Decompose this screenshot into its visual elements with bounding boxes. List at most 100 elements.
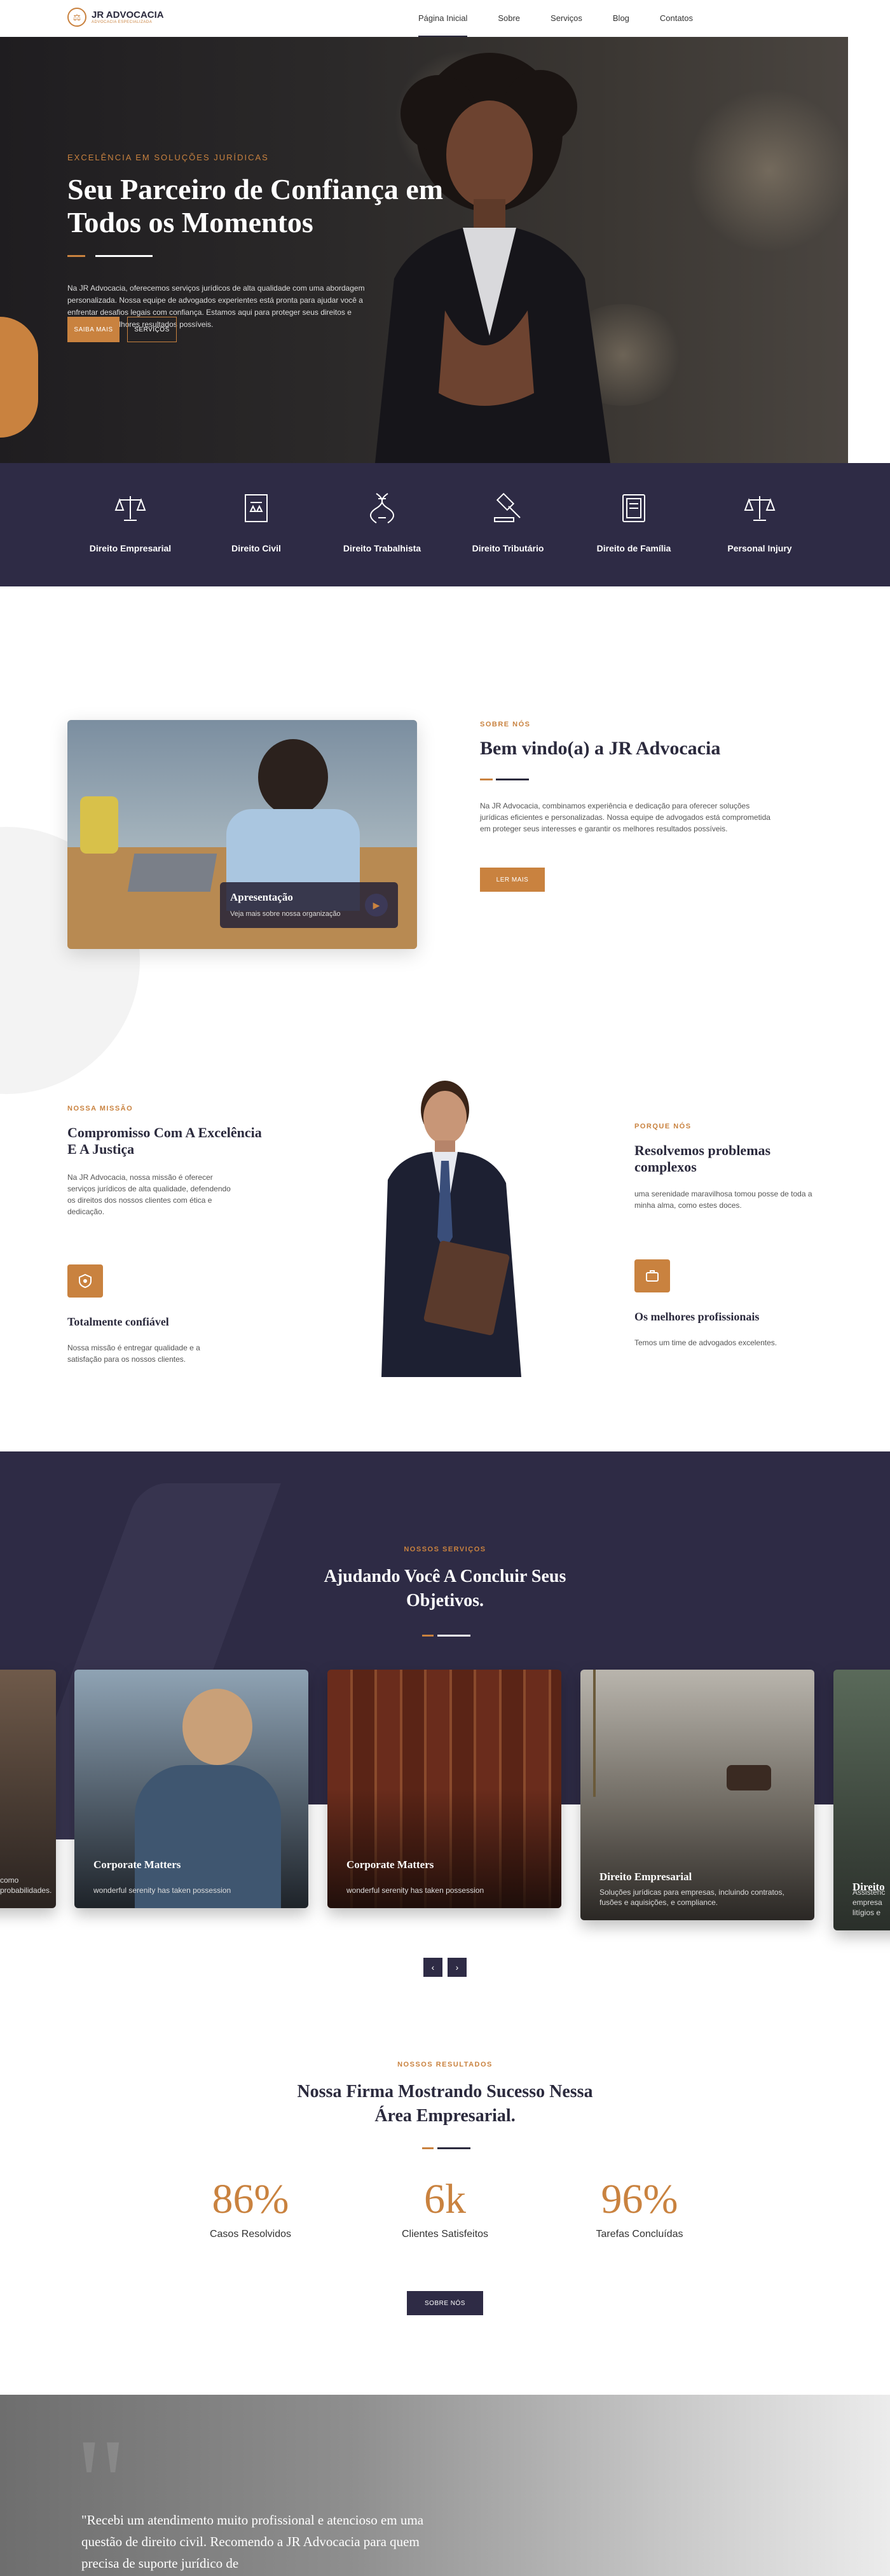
hero-divider: [95, 255, 153, 257]
service-card-title: Corporate Matters: [346, 1859, 434, 1871]
law-book-icon: [245, 494, 268, 522]
hero-woman-image: [375, 53, 610, 463]
brand-name: JR ADVOCACIA: [92, 10, 164, 20]
laptop: [127, 854, 217, 892]
lawyer-image: [381, 1081, 521, 1377]
feature-title: Os melhores profissionais: [634, 1310, 760, 1323]
stat-label: Casos Resolvidos: [209, 2229, 292, 2240]
practice-area-label: Personal Injury: [727, 543, 792, 553]
service-card-desc: como probabilidades.: [0, 1876, 52, 1895]
carousel-next-button[interactable]: ›: [448, 1958, 467, 1977]
services-divider-accent: [422, 1635, 434, 1637]
stat-value: 96%: [601, 2176, 678, 2222]
hero-divider-accent: [67, 255, 85, 257]
service-card-desc: Soluções jurídicas para empresas, inclui…: [599, 1888, 784, 1907]
scales-pole: [593, 1670, 596, 1797]
results-divider-accent: [422, 2147, 434, 2149]
services-button[interactable]: SERVIÇOS: [127, 317, 177, 342]
service-card-desc: Assistênc empresa litígios e: [852, 1888, 886, 1917]
about-kicker: SOBRE NÓS: [480, 721, 531, 728]
read-more-button[interactable]: LER MAIS: [480, 868, 545, 892]
testimonial-quote: "Recebi um atendimento muito profissiona…: [81, 2512, 424, 2571]
results-divider: [437, 2147, 470, 2149]
service-card-desc: wonderful serenity has taken possession: [93, 1886, 231, 1895]
about-us-button[interactable]: SOBRE NÓS: [407, 2291, 483, 2315]
feature-title: Totalmente confiável: [67, 1315, 169, 1328]
about-divider: [496, 779, 529, 780]
practice-area-item[interactable]: Direito Tributário: [451, 463, 565, 586]
practice-area-label: Direito de Família: [596, 543, 671, 553]
practice-area-label: Direito Trabalhista: [343, 543, 421, 553]
service-card[interactable]: Corporate Matters wonderful serenity has…: [74, 1670, 308, 1908]
service-card-desc: wonderful serenity has taken possession: [346, 1886, 484, 1895]
stat-item: 86% Casos Resolvidos: [174, 2175, 327, 2240]
practice-area-label: Direito Civil: [231, 543, 281, 553]
about-divider-accent: [480, 779, 493, 780]
why-us-text: uma serenidade maravilhosa tomou posse d…: [634, 1189, 812, 1210]
practice-area-label: Direito Empresarial: [89, 543, 172, 553]
stat-item: 6k Clientes Satisfeitos: [369, 2175, 521, 2240]
services-kicker: NOSSOS SERVIÇOS: [404, 1546, 486, 1553]
practice-area-item[interactable]: Direito Empresarial: [73, 463, 188, 586]
practice-area-item[interactable]: Direito Civil: [199, 463, 313, 586]
stat-label: Clientes Satisfeitos: [401, 2229, 489, 2240]
learn-more-button[interactable]: SAIBA MAIS: [67, 317, 120, 342]
nav-item-blog[interactable]: Blog: [613, 0, 629, 37]
video-title: Apresentação: [230, 891, 293, 903]
why-us-title: Resolvemos problemas complexos: [634, 1142, 771, 1175]
service-card[interactable]: Corporate Matters wonderful serenity has…: [327, 1670, 561, 1908]
mission-kicker: NOSSA MISSÃO: [67, 1105, 134, 1112]
services-title: Ajudando Você A Concluir Seus Objetivos.: [324, 1567, 566, 1610]
stat-label: Tarefas Concluídas: [596, 2229, 683, 2240]
about-text: Na JR Advocacia, combinamos experiência …: [480, 801, 770, 833]
about-image: Apresentação Veja mais sobre nossa organ…: [67, 720, 417, 949]
results-kicker: NOSSOS RESULTADOS: [397, 2061, 493, 2068]
service-card[interactable]: Direito Assistênc empresa litígios e: [833, 1670, 890, 1930]
results-title: Nossa Firma Mostrando Sucesso Nessa Área…: [297, 2082, 593, 2126]
logo[interactable]: ⚖ JR ADVOCACIA ADVOCACIA ESPECIALIZADA: [67, 8, 164, 27]
briefcase-icon: [634, 1259, 670, 1292]
video-overlay[interactable]: Apresentação Veja mais sobre nossa organ…: [220, 882, 398, 928]
page: ⚖ JR ADVOCACIA ADVOCACIA ESPECIALIZADA P…: [0, 0, 890, 2576]
brand-tagline: ADVOCACIA ESPECIALIZADA: [92, 20, 153, 24]
practice-area-item[interactable]: Direito Trabalhista: [325, 463, 439, 586]
woman-head: [258, 739, 328, 815]
carousel-prev-button[interactable]: ‹: [423, 1958, 442, 1977]
service-card[interactable]: Direito Empresarial Soluções jurídicas p…: [580, 1670, 814, 1920]
document-icon: [622, 494, 645, 522]
practice-area-item[interactable]: Direito de Família: [577, 463, 691, 586]
hero-accent-shape: [0, 317, 38, 438]
service-card-title: Direito Empresarial: [599, 1871, 692, 1883]
service-card-title: Corporate Matters: [93, 1859, 181, 1871]
main-nav: Página Inicial Sobre Serviços Blog Conta…: [418, 0, 693, 37]
nav-item-services[interactable]: Serviços: [551, 0, 582, 37]
card-overlay: [327, 1670, 561, 1908]
service-card[interactable]: como probabilidades.: [0, 1670, 56, 1908]
why-us-kicker: PORQUE NÓS: [634, 1123, 692, 1130]
site-header: ⚖ JR ADVOCACIA ADVOCACIA ESPECIALIZADA P…: [0, 0, 890, 37]
man-head: [182, 1689, 252, 1765]
nav-item-home[interactable]: Página Inicial: [418, 0, 468, 37]
gavel-icon: [494, 492, 521, 522]
play-icon[interactable]: ▶: [365, 894, 388, 917]
feature-text: Nossa missão é entregar qualidade e a sa…: [67, 1343, 200, 1364]
scales-icon: [114, 496, 146, 521]
hero-bokeh: [687, 88, 848, 253]
nav-item-about[interactable]: Sobre: [498, 0, 520, 37]
hero-section: EXCELÊNCIA EM SOLUÇÕES JURÍDICAS Seu Par…: [0, 37, 848, 463]
practice-area-label: Direito Tributário: [472, 543, 544, 553]
plant-pot: [80, 796, 118, 854]
feature-text: Temos um time de advogados excelentes.: [634, 1338, 777, 1347]
mission-title: Compromisso Com A Excelência E A Justiça: [67, 1125, 262, 1157]
dna-icon: [370, 493, 394, 523]
hero-kicker: EXCELÊNCIA EM SOLUÇÕES JURÍDICAS: [67, 153, 269, 162]
logo-mark-icon: ⚖: [67, 8, 86, 27]
practice-area-item[interactable]: Personal Injury: [702, 463, 817, 586]
gavel: [727, 1765, 771, 1790]
mission-text: Na JR Advocacia, nossa missão é oferecer…: [67, 1173, 231, 1216]
testimonial-section: " "Recebi um atendimento muito profissio…: [0, 2395, 890, 2576]
shield-icon: [67, 1264, 103, 1298]
nav-item-contact[interactable]: Contatos: [660, 0, 693, 37]
stat-value: 86%: [212, 2176, 289, 2222]
scales-icon: [744, 496, 776, 521]
